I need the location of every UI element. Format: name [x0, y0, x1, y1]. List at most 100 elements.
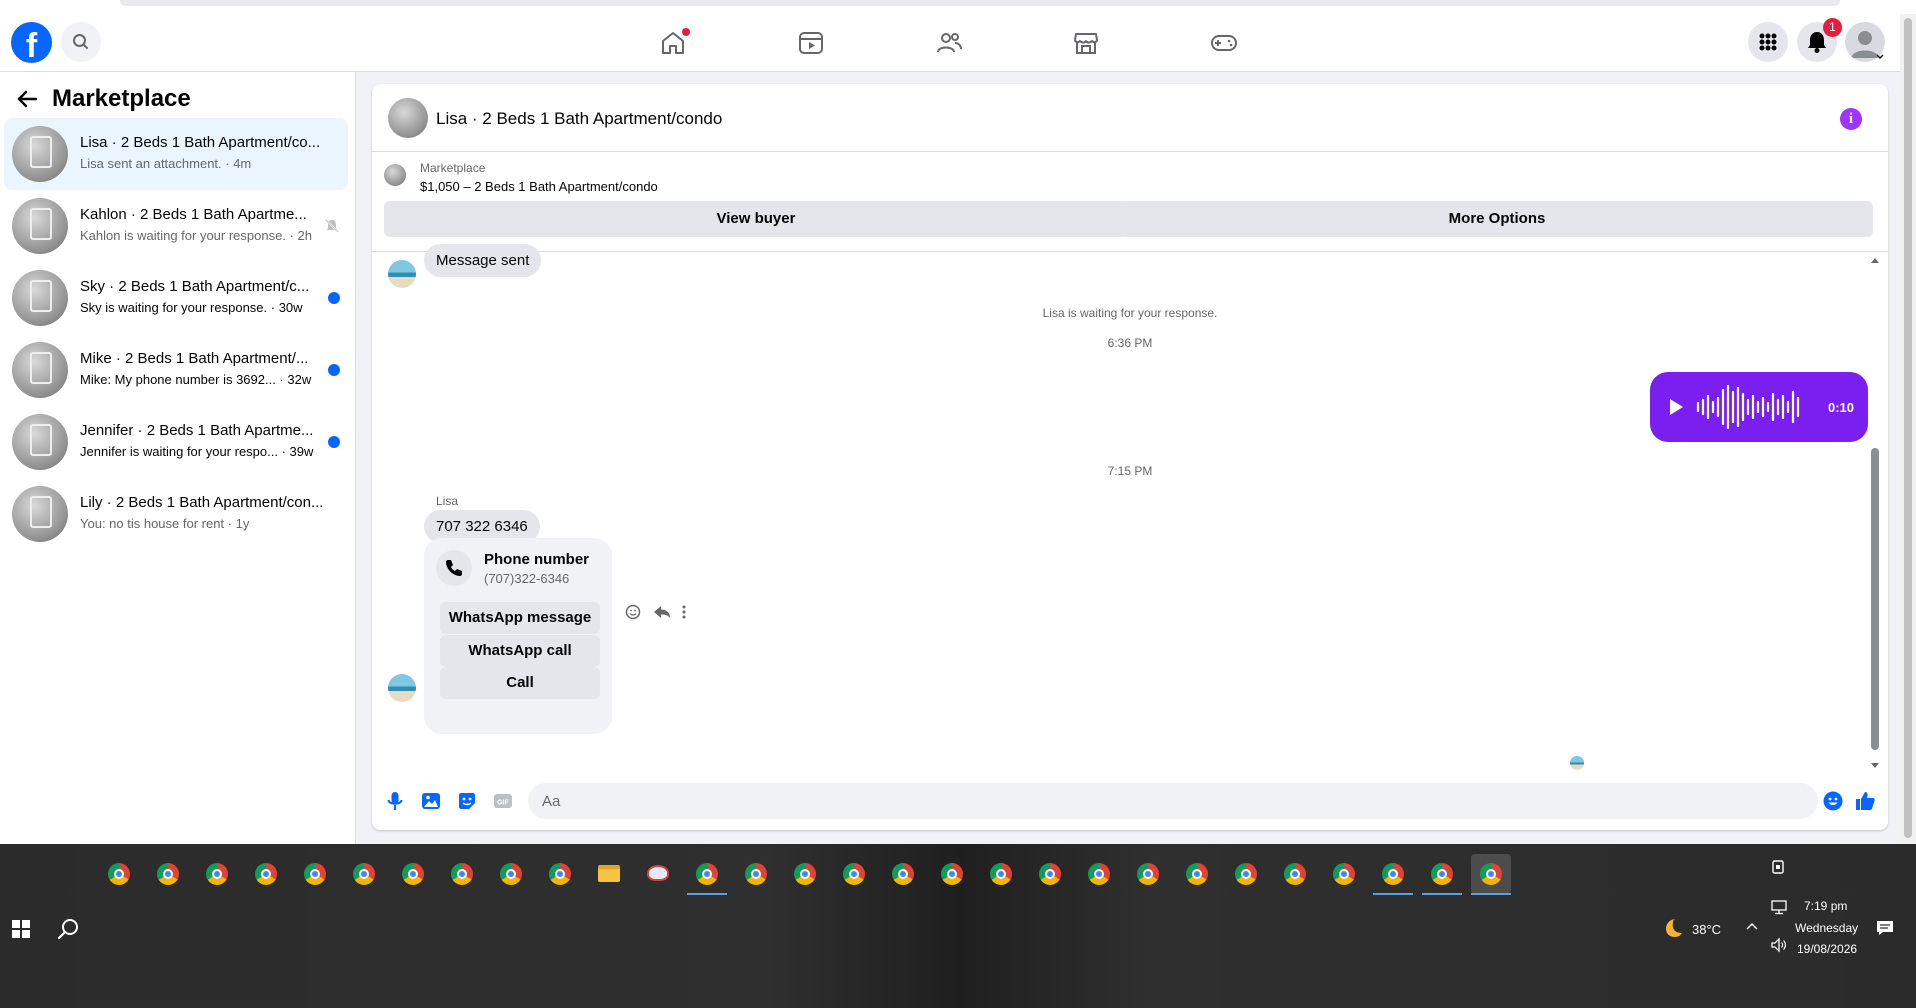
notification-center-icon[interactable]	[1875, 918, 1895, 938]
chat-title[interactable]: Lisa · 2 Beds 1 Bath Apartment/condo	[436, 109, 722, 129]
taskbar-chrome-window[interactable]	[785, 854, 825, 894]
call-button[interactable]: Call	[440, 667, 600, 699]
meet-now-icon[interactable]	[1769, 858, 1787, 876]
taskbar-chrome-window[interactable]	[1177, 854, 1217, 894]
conversation-avatar	[12, 198, 68, 254]
conversation-item[interactable]: Mike · 2 Beds 1 Bath Apartment/... Mike:…	[4, 334, 348, 406]
chrome-icon	[206, 863, 228, 885]
search-button[interactable]	[61, 22, 101, 62]
microphone-icon[interactable]	[384, 790, 406, 812]
taskbar-chrome-window[interactable]	[442, 854, 482, 894]
voice-message[interactable]: 0:10	[1650, 372, 1868, 442]
chevron-down-icon[interactable]	[1875, 52, 1885, 62]
taskbar-chrome-window[interactable]	[687, 854, 727, 895]
taskbar-chrome-window[interactable]	[99, 854, 139, 894]
taskbar-chrome-window[interactable]	[1275, 854, 1315, 894]
taskbar-chrome-window[interactable]	[1471, 854, 1511, 895]
taskbar-chrome-window[interactable]	[1030, 854, 1070, 894]
taskbar-chrome-window[interactable]	[1324, 854, 1364, 894]
more-options-icon[interactable]	[682, 605, 686, 619]
clock-date[interactable]: 19/08/2026	[1797, 942, 1857, 956]
timestamp: 6:36 PM	[1107, 336, 1153, 350]
listing-thumbnail[interactable]	[384, 164, 406, 186]
reply-icon[interactable]	[654, 606, 670, 618]
whatsapp-message-button[interactable]: WhatsApp message	[440, 602, 600, 634]
chat-avatar[interactable]	[388, 98, 428, 138]
message-input[interactable]	[528, 783, 1818, 819]
chrome-icon	[451, 863, 473, 885]
taskbar-chrome-window[interactable]	[1373, 854, 1413, 895]
chrome-icon	[1088, 863, 1110, 885]
emoji-icon[interactable]	[1822, 790, 1844, 812]
taskbar-chrome-window[interactable]	[197, 854, 237, 894]
chrome-icon	[402, 863, 424, 885]
taskbar-paint-app[interactable]	[638, 854, 678, 894]
video-icon[interactable]	[796, 28, 826, 58]
taskbar-chrome-window[interactable]	[148, 854, 188, 894]
view-buyer-button[interactable]: View buyer	[384, 201, 1128, 237]
taskbar-chrome-window[interactable]	[883, 854, 923, 894]
network-icon[interactable]	[1770, 898, 1788, 916]
taskbar-chrome-window[interactable]	[246, 854, 286, 894]
taskbar-chrome-window[interactable]	[491, 854, 531, 894]
volume-icon[interactable]	[1770, 936, 1788, 954]
chrome-icon	[157, 863, 179, 885]
chrome-icon	[1235, 863, 1257, 885]
taskbar-search-icon[interactable]	[56, 916, 82, 942]
back-arrow-icon[interactable]	[14, 86, 40, 112]
groups-icon[interactable]	[934, 28, 964, 58]
taskbar-chrome-window[interactable]	[1128, 854, 1168, 894]
active-window-indicator	[1422, 893, 1462, 895]
info-icon[interactable]: i	[1840, 108, 1862, 130]
weather-moon-icon[interactable]	[1661, 916, 1685, 940]
taskbar-chrome-window[interactable]	[1422, 854, 1462, 895]
taskbar-chrome-window[interactable]	[344, 854, 384, 894]
facebook-logo[interactable]: f	[11, 22, 52, 63]
gif-icon[interactable]: GIF	[492, 790, 514, 812]
taskbar-chrome-window[interactable]	[981, 854, 1021, 894]
conversation-avatar	[12, 126, 68, 182]
emoji-reaction-icon[interactable]	[625, 604, 641, 620]
windows-start-icon[interactable]	[12, 920, 30, 938]
conversation-item[interactable]: Sky · 2 Beds 1 Bath Apartment/c... Sky i…	[4, 262, 348, 334]
conversation-item[interactable]: Kahlon · 2 Beds 1 Bath Apartme... Kahlon…	[4, 190, 348, 262]
clock-time[interactable]: 7:19 pm	[1804, 899, 1847, 913]
conversation-item[interactable]: Jennifer · 2 Beds 1 Bath Apartme... Jenn…	[4, 406, 348, 478]
more-options-button[interactable]: More Options	[1121, 201, 1873, 237]
scroll-down-icon[interactable]	[1870, 762, 1880, 770]
photo-icon[interactable]	[420, 790, 442, 812]
browser-top-strip	[0, 0, 1916, 14]
chat-scrollbar[interactable]	[1868, 252, 1882, 772]
like-icon[interactable]	[1854, 790, 1876, 812]
taskbar-chrome-window[interactable]	[540, 854, 580, 894]
taskbar-chrome-window[interactable]	[1079, 854, 1119, 894]
clock-day[interactable]: Wednesday	[1795, 921, 1858, 935]
sticker-icon[interactable]	[456, 790, 478, 812]
taskbar-chrome-window[interactable]	[1226, 854, 1266, 894]
marketplace-icon[interactable]	[1071, 28, 1101, 58]
phone-icon	[446, 560, 462, 576]
taskbar-chrome-window[interactable]	[834, 854, 874, 894]
play-icon[interactable]	[1670, 399, 1683, 415]
menu-button[interactable]	[1748, 22, 1788, 62]
chevron-up-icon[interactable]	[1745, 920, 1759, 934]
weather-temperature[interactable]: 38°C	[1692, 922, 1721, 937]
page-scrollbar[interactable]	[1900, 14, 1916, 844]
system-message: Lisa is waiting for your response.	[1042, 306, 1218, 320]
listing-price[interactable]: $1,050 – 2 Beds 1 Bath Apartment/condo	[420, 179, 658, 194]
conversation-item[interactable]: Lisa · 2 Beds 1 Bath Apartment/co... Lis…	[4, 118, 348, 190]
scroll-up-icon[interactable]	[1870, 256, 1880, 264]
message-bubble[interactable]: Message sent	[424, 244, 542, 277]
taskbar-chrome-window[interactable]	[932, 854, 972, 894]
chrome-icon	[1284, 863, 1306, 885]
whatsapp-call-button[interactable]: WhatsApp call	[440, 635, 600, 667]
chrome-icon	[892, 863, 914, 885]
marketplace-sidebar: Marketplace Lisa · 2 Beds 1 Bath Apartme…	[0, 72, 356, 844]
taskbar-file-explorer[interactable]	[589, 854, 629, 894]
taskbar-chrome-window[interactable]	[393, 854, 433, 894]
taskbar-chrome-window[interactable]	[295, 854, 335, 894]
conversation-item[interactable]: Lily · 2 Beds 1 Bath Apartment/con... Yo…	[4, 478, 348, 550]
browser-address-bar[interactable]	[120, 0, 1840, 6]
taskbar-chrome-window[interactable]	[736, 854, 776, 894]
gaming-icon[interactable]	[1209, 28, 1239, 58]
